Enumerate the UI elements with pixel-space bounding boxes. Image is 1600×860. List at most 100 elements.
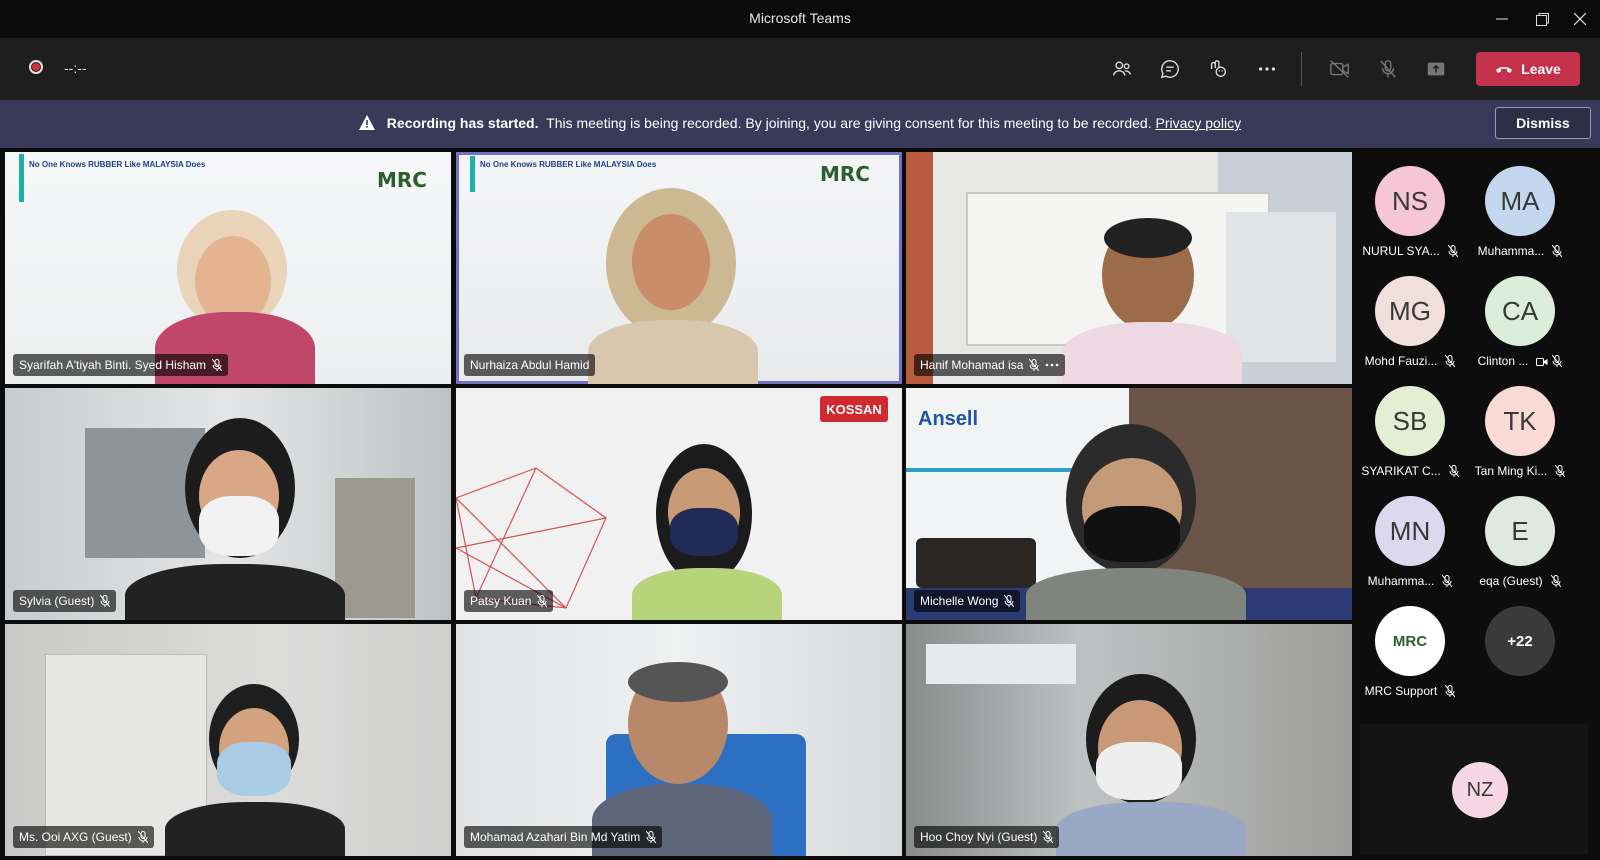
warning-icon [358, 115, 375, 130]
mic-muted-icon [1550, 575, 1561, 587]
mic-muted-icon [1442, 575, 1453, 587]
mic-muted-icon [1552, 245, 1563, 257]
mic-muted-icon [137, 831, 148, 843]
hangup-icon [1496, 67, 1513, 73]
tile-label: Sylvia (Guest) [13, 590, 117, 612]
mrc-logo: MRC [377, 168, 427, 192]
mic-muted-icon [1448, 465, 1459, 477]
mic-muted-icon [1447, 245, 1458, 257]
camera-icon [1536, 358, 1548, 366]
minimize-icon [1496, 18, 1508, 20]
participant-name: MRC Support [1364, 684, 1438, 698]
mic-muted-icon [1043, 831, 1054, 843]
participants-button[interactable] [1105, 53, 1139, 85]
video-tile[interactable]: Mohamad Azahari Bin Md Yatim [456, 624, 902, 856]
participant-name: Patsy Kuan [470, 594, 532, 608]
recording-banner: Recording has started. This meeting is b… [0, 100, 1600, 148]
share-button[interactable] [1419, 53, 1453, 85]
participant-name: NURUL SYA... [1362, 244, 1440, 258]
video-tile[interactable]: KOSSAN Patsy Kuan [456, 388, 902, 620]
tile-label: Syarifah A'tiyah Binti. Syed Hisham [13, 354, 229, 376]
tile-label: Ms. Ooi AXG (Guest) [13, 826, 154, 848]
avatar[interactable]: NZ [1452, 762, 1508, 818]
video-tile[interactable]: Ms. Ooi AXG (Guest) [5, 624, 451, 856]
mic-off-icon [1380, 60, 1396, 78]
mic-toggle[interactable] [1371, 53, 1405, 85]
participant-name: Sylvia (Guest) [19, 594, 95, 608]
minimize-button[interactable] [1482, 4, 1522, 34]
tile-label: Michelle Wong [914, 590, 1021, 612]
close-icon [1574, 13, 1586, 25]
kossan-logo: KOSSAN [820, 396, 888, 422]
video-tile[interactable]: Sylvia (Guest) [5, 388, 451, 620]
more-actions-button[interactable] [1250, 53, 1284, 85]
participant-avatar-card[interactable]: MRC MRC Support [1355, 606, 1465, 710]
participant-avatar-card[interactable]: CA Clinton ... [1465, 276, 1575, 380]
participant-avatar-card[interactable]: MG Mohd Fauzi... [1355, 276, 1465, 380]
camera-toggle[interactable] [1323, 53, 1357, 85]
participant-name: Mohd Fauzi... [1364, 354, 1438, 368]
mrc-logo: MRC [1392, 632, 1428, 650]
tile-label: Hoo Choy Nyi (Guest) [914, 826, 1060, 848]
mic-muted-icon [212, 359, 223, 371]
camera-off-icon [1330, 60, 1349, 78]
privacy-policy-link[interactable]: Privacy policy [1155, 115, 1241, 131]
avatar: SB [1375, 386, 1445, 456]
video-tile[interactable]: Hoo Choy Nyi (Guest) [906, 624, 1352, 856]
reactions-button[interactable] [1201, 53, 1235, 85]
video-tile[interactable]: Ansell Michelle Wong [906, 388, 1352, 620]
avatar: NS [1375, 166, 1445, 236]
mic-muted-icon [646, 831, 657, 843]
participant-avatar-card[interactable]: TK Tan Ming Ki... [1465, 386, 1575, 490]
window-title: Microsoft Teams [749, 10, 851, 26]
dismiss-button[interactable]: Dismiss [1495, 107, 1591, 139]
avatar: MA [1485, 166, 1555, 236]
participant-avatar-card[interactable]: NS NURUL SYA... [1355, 166, 1465, 270]
participant-name: Hoo Choy Nyi (Guest) [920, 830, 1038, 844]
meeting-toolbar: --:-- Leave [0, 38, 1600, 100]
banner-title: Recording has started. [386, 115, 539, 131]
more-participants-button[interactable]: +22 [1465, 606, 1575, 710]
leave-button[interactable]: Leave [1476, 52, 1580, 86]
people-icon [1113, 61, 1131, 76]
mic-muted-icon [1552, 355, 1563, 367]
more-icon [1046, 363, 1059, 367]
participant-name: Michelle Wong [920, 594, 999, 608]
mrc-support-avatar: MRC [1375, 606, 1445, 676]
tile-label: Hanif Mohamad isa [914, 354, 1066, 376]
mic-muted-icon [1029, 359, 1040, 371]
banner-text: This meeting is being recorded. By joini… [546, 115, 1152, 131]
recording-icon [29, 60, 43, 74]
overflow-participant-box: NZ [1360, 724, 1588, 854]
chat-button[interactable] [1153, 53, 1187, 85]
close-button[interactable] [1560, 4, 1600, 34]
avatar: TK [1485, 386, 1555, 456]
toolbar-separator [1301, 52, 1302, 86]
avatar: E [1485, 496, 1555, 566]
mrc-logo: MRC [820, 162, 870, 186]
avatar: CA [1485, 276, 1555, 346]
rubber-malaysia-logo: No One Knows RUBBER Like MALAYSIA Does [480, 160, 657, 169]
participant-avatar-card[interactable]: MN Muhamma... [1355, 496, 1465, 600]
participant-name: Tan Ming Ki... [1474, 464, 1548, 478]
participant-name: Ms. Ooi AXG (Guest) [19, 830, 132, 844]
participant-avatar-card[interactable]: E eqa (Guest) [1465, 496, 1575, 600]
participant-name: Muhamma... [1367, 574, 1435, 588]
tile-label: Patsy Kuan [464, 590, 554, 612]
avatar: MG [1375, 276, 1445, 346]
participant-name: SYARIKAT C... [1361, 464, 1441, 478]
participant-name: Muhamma... [1477, 244, 1545, 258]
more-icon [1258, 67, 1276, 71]
rubber-malaysia-logo: No One Knows RUBBER Like MALAYSIA Does [29, 160, 206, 169]
video-tile[interactable]: No One Knows RUBBER Like MALAYSIA Does M… [5, 152, 451, 384]
tile-label: Nurhaiza Abdul Hamid [464, 354, 596, 376]
restore-button[interactable] [1522, 4, 1562, 34]
video-tile[interactable]: Hanif Mohamad isa [906, 152, 1352, 384]
tile-label: Mohamad Azahari Bin Md Yatim [464, 826, 663, 848]
participant-avatar-card[interactable]: SB SYARIKAT C... [1355, 386, 1465, 490]
mic-muted-icon [537, 595, 548, 607]
title-bar: Microsoft Teams [0, 0, 1600, 38]
participant-avatar-card[interactable]: MA Muhamma... [1465, 166, 1575, 270]
video-tile-active[interactable]: No One Knows RUBBER Like MALAYSIA Does M… [456, 152, 902, 384]
mic-muted-icon [1445, 685, 1456, 697]
